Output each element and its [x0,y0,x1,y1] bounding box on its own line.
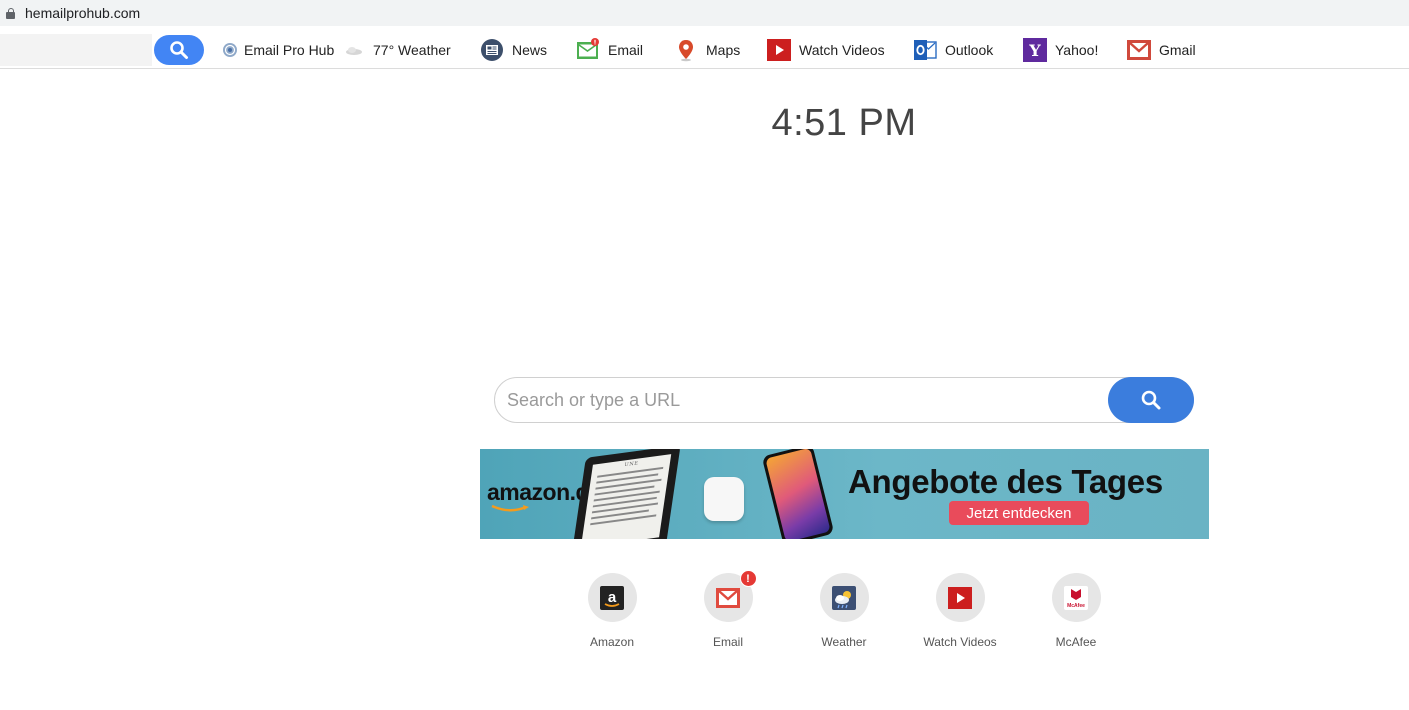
tile-weather[interactable]: Weather [794,573,894,649]
tile-email[interactable]: ! Email [678,570,778,649]
svg-text:Y: Y [1028,41,1041,60]
search-button[interactable] [1108,377,1194,423]
tile-label: Amazon [589,635,635,649]
map-pin-icon [674,38,698,62]
toolbar-search-button[interactable] [154,35,204,65]
toolbar-item-email-pro-hub[interactable]: Email Pro Hub [222,35,334,65]
tile-watch-videos[interactable]: Watch Videos [910,573,1010,649]
address-bar[interactable]: hemailprohub.com [0,0,1409,26]
phone-image [761,449,835,539]
toolbar-item-yahoo[interactable]: Y Yahoo! [1023,35,1098,65]
banner-cta-button[interactable]: Jetzt entdecken [949,501,1089,525]
toolbar-item-outlook[interactable]: Outlook [913,35,993,65]
clock: 4:51 PM [771,102,917,144]
banner-headline: Angebote des Tages [848,463,1163,500]
tile-label: Weather [821,635,867,649]
tile-amazon[interactable]: a Amazon [562,573,662,649]
url-text[interactable]: hemailprohub.com [25,5,140,21]
play-icon [948,586,972,609]
amazon-smile-icon [491,505,529,512]
main-search-box [494,377,1194,423]
extension-toolbar: Email Pro Hub 77° Weather News Email Map… [0,31,1409,69]
toolbar-item-label: News [512,42,548,58]
toolbar-item-label: Watch Videos [799,42,885,58]
lock-icon [6,7,15,19]
email-icon [576,38,600,62]
toolbar-item-email[interactable]: Email [576,35,643,65]
toolbar-item-gmail[interactable]: Gmail [1127,35,1196,65]
tile-mcafee[interactable]: McAfee McAfee [1026,573,1126,649]
tile-label: Watch Videos [923,635,997,649]
toolbar-item-news[interactable]: News [480,35,547,65]
notification-badge: ! [739,570,757,587]
svg-text:a: a [608,589,617,606]
search-icon [1141,390,1161,410]
yahoo-icon: Y [1023,38,1047,62]
toolbar-item-label: Email Pro Hub [244,42,335,58]
toolbar-item-maps[interactable]: Maps [674,35,740,65]
news-icon [480,38,504,62]
toolbar-item-label: Gmail [1159,42,1196,58]
search-input[interactable] [507,386,1097,414]
kindle-image: UNE [571,449,681,539]
outlook-icon [913,38,937,62]
toolbar-item-label: 77° Weather [373,42,451,58]
search-icon [170,41,188,59]
airpods-image [704,477,744,521]
tile-label: Email [712,635,743,649]
amazon-icon: a [600,585,624,610]
globe-icon [222,38,238,62]
gmail-icon [1127,38,1151,62]
toolbar-search-field[interactable] [0,34,152,66]
toolbar-item-label: Yahoo! [1055,42,1099,58]
amazon-ad-banner[interactable]: amazon.de UNE Angebote des Tages Jetzt e… [480,449,1209,539]
weather-icon [832,585,856,610]
toolbar-item-watch-videos[interactable]: Watch Videos [767,35,885,65]
cloud-icon [344,38,364,62]
toolbar-item-weather[interactable]: 77° Weather [344,35,451,65]
play-icon [767,38,791,62]
toolbar-item-label: Email [608,42,644,58]
toolbar-item-label: Outlook [945,42,994,58]
mcafee-icon: McAfee [1064,585,1088,610]
email-icon [716,587,740,608]
svg-text:McAfee: McAfee [1067,603,1085,609]
toolbar-item-label: Maps [706,42,741,58]
tile-label: McAfee [1055,635,1097,649]
